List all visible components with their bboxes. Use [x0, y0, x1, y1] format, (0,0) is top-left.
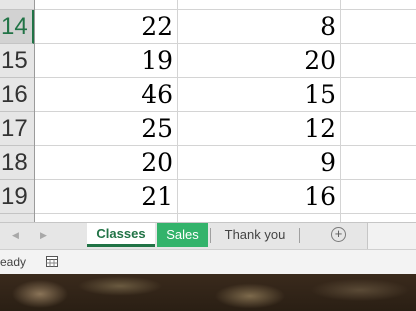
- gridline: [340, 0, 341, 222]
- sheet-tab-bar: ◀ ▶ Classes Sales Thank you +: [0, 222, 416, 249]
- status-bar: eady: [0, 249, 416, 274]
- sheet-tab-classes[interactable]: Classes: [87, 223, 155, 247]
- row-header-20[interactable]: [0, 214, 34, 222]
- horizontal-scrollbar[interactable]: [367, 223, 416, 249]
- row-headers: 14 15 16 17 18 19: [0, 0, 35, 222]
- status-ready-text: eady: [0, 255, 27, 269]
- row-header-13[interactable]: [0, 0, 34, 10]
- cell-b15[interactable]: 20: [178, 44, 340, 78]
- cell-a16[interactable]: 46: [36, 78, 177, 112]
- cell-b14[interactable]: 8: [178, 10, 340, 44]
- cell-a19[interactable]: 21: [36, 180, 177, 214]
- plus-circle-icon[interactable]: +: [331, 227, 346, 242]
- cell-a13[interactable]: [36, 0, 177, 10]
- sheet-tab-thank-you[interactable]: Thank you: [212, 223, 298, 247]
- row-header-16[interactable]: 16: [0, 78, 34, 112]
- tab-divider: [299, 228, 300, 243]
- cell-a18[interactable]: 20: [36, 146, 177, 180]
- row-header-18[interactable]: 18: [0, 146, 34, 180]
- row-header-15[interactable]: 15: [0, 44, 34, 78]
- record-macro-icon[interactable]: [46, 256, 58, 267]
- cell-a15[interactable]: 19: [36, 44, 177, 78]
- chevron-right-icon[interactable]: ▶: [40, 228, 47, 242]
- row-header-19[interactable]: 19: [0, 180, 34, 214]
- row-header-14[interactable]: 14: [0, 10, 34, 44]
- desktop-wallpaper: [0, 274, 416, 311]
- sheet-tab-sales[interactable]: Sales: [157, 223, 208, 247]
- cell-b19[interactable]: 16: [178, 180, 340, 214]
- chevron-left-icon[interactable]: ◀: [12, 228, 19, 242]
- cell-b17[interactable]: 12: [178, 112, 340, 146]
- cell-a14[interactable]: 22: [36, 10, 177, 44]
- spreadsheet-grid: 14 15 16 17 18 19 22 8 19 20 46 15 25 12…: [0, 0, 416, 222]
- cell-a17[interactable]: 25: [36, 112, 177, 146]
- tab-divider: [210, 228, 211, 243]
- cell-b18[interactable]: 9: [178, 146, 340, 180]
- cell-b16[interactable]: 15: [178, 78, 340, 112]
- row-header-17[interactable]: 17: [0, 112, 34, 146]
